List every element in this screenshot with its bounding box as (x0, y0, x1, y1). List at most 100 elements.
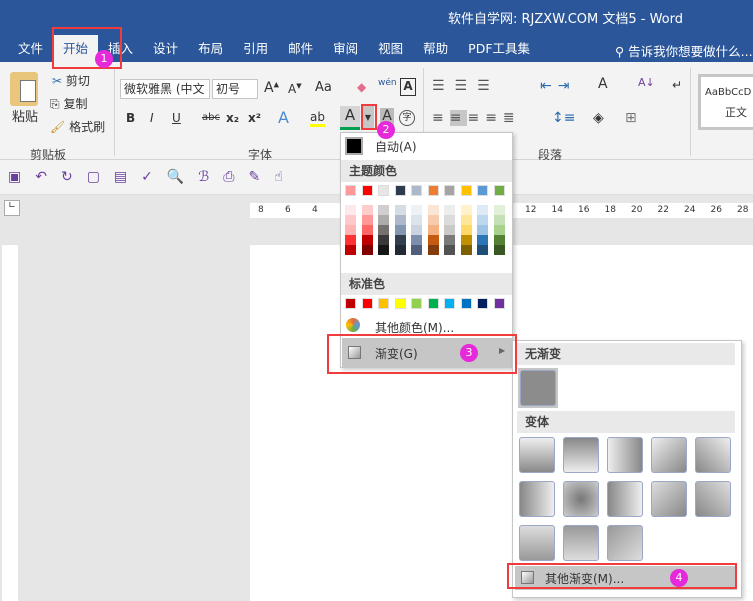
shade-swatch[interactable] (411, 235, 422, 245)
tab-6[interactable]: 邮件 (278, 35, 323, 62)
shade-swatch[interactable] (378, 205, 389, 215)
gradient-variant[interactable] (607, 437, 643, 473)
theme-color-swatch[interactable] (345, 185, 356, 196)
shade-swatch[interactable] (411, 225, 422, 235)
shade-swatch[interactable] (427, 215, 439, 225)
indent-buttons[interactable]: ⇤⇥ (540, 78, 575, 94)
superscript-button[interactable]: x² (248, 111, 261, 125)
theme-color-swatch[interactable] (493, 185, 505, 196)
gradient-variant[interactable] (563, 525, 599, 561)
theme-shade-column[interactable] (394, 205, 406, 255)
copy-button[interactable]: ⎘ 复制 (50, 95, 87, 112)
tell-me-search[interactable]: ⚲ 告诉我你想要做什么... (615, 41, 753, 60)
font-color-button[interactable]: A (340, 106, 360, 130)
shade-swatch[interactable] (477, 235, 488, 245)
shrink-font-button[interactable]: A▼ (288, 82, 302, 96)
gradient-variant[interactable] (519, 437, 555, 473)
shade-swatch[interactable] (493, 225, 505, 235)
theme-color-swatch[interactable] (361, 185, 373, 196)
gradient-variant[interactable] (651, 437, 687, 473)
shade-swatch[interactable] (361, 235, 373, 245)
theme-shade-column[interactable] (378, 205, 389, 255)
theme-shade-column[interactable] (477, 205, 488, 255)
font-name-select[interactable]: 微软雅黑 (中文 (120, 79, 210, 99)
sort-button[interactable]: A↓ (638, 76, 655, 89)
standard-color-swatch[interactable] (493, 298, 505, 309)
standard-color-swatch[interactable] (460, 298, 472, 309)
grow-font-button[interactable]: A▲ (264, 80, 279, 96)
shade-swatch[interactable] (444, 215, 455, 225)
format-painter-button[interactable]: 🖌 格式刷 (50, 118, 105, 135)
italic-button[interactable]: I (150, 111, 154, 125)
gradient-variant[interactable] (563, 437, 599, 473)
shade-swatch[interactable] (361, 215, 373, 225)
shade-swatch[interactable] (493, 245, 505, 255)
shade-swatch[interactable] (444, 225, 455, 235)
shade-swatch[interactable] (411, 205, 422, 215)
subscript-button[interactable]: x₂ (226, 111, 239, 125)
shade-swatch[interactable] (460, 245, 472, 255)
shade-swatch[interactable] (378, 215, 389, 225)
clear-format-icon[interactable]: ◆ (357, 80, 366, 94)
shade-swatch[interactable] (477, 245, 488, 255)
line-spacing-button[interactable]: ↕≡ (552, 110, 575, 126)
shade-swatch[interactable] (444, 245, 455, 255)
gradient-variant[interactable] (563, 481, 599, 517)
theme-shade-column[interactable] (361, 205, 373, 255)
tab-8[interactable]: 视图 (368, 35, 413, 62)
no-gradient-option[interactable] (518, 368, 558, 408)
bold-button[interactable]: B (126, 111, 135, 125)
tab-3[interactable]: 设计 (143, 35, 188, 62)
tab-4[interactable]: 布局 (188, 35, 233, 62)
theme-color-swatch[interactable] (378, 185, 389, 196)
shade-swatch[interactable] (444, 235, 455, 245)
gradient-variant[interactable] (519, 481, 555, 517)
asian-layout-button[interactable]: A (598, 76, 608, 92)
shade-swatch[interactable] (361, 225, 373, 235)
phonetic-guide-button[interactable]: wén (378, 78, 397, 88)
theme-shade-column[interactable] (411, 205, 422, 255)
shade-swatch[interactable] (460, 225, 472, 235)
shade-swatch[interactable] (427, 245, 439, 255)
shade-swatch[interactable] (361, 205, 373, 215)
shade-swatch[interactable] (477, 225, 488, 235)
list-buttons[interactable]: ☰☰☰ (432, 78, 500, 94)
gradient-variant[interactable] (695, 481, 731, 517)
shade-swatch[interactable] (394, 225, 406, 235)
text-effects-button[interactable]: A (278, 108, 289, 127)
shade-swatch[interactable] (345, 235, 356, 245)
theme-color-swatch[interactable] (411, 185, 422, 196)
shade-swatch[interactable] (460, 235, 472, 245)
auto-color-item[interactable]: 自动(A) (375, 138, 417, 155)
standard-color-swatch[interactable] (345, 298, 356, 309)
theme-shade-column[interactable] (345, 205, 356, 255)
standard-color-swatch[interactable] (427, 298, 439, 309)
vertical-ruler[interactable] (2, 245, 18, 601)
shade-swatch[interactable] (427, 225, 439, 235)
standard-color-swatch[interactable] (477, 298, 488, 309)
shade-swatch[interactable] (477, 205, 488, 215)
shade-swatch[interactable] (378, 225, 389, 235)
shade-swatch[interactable] (361, 245, 373, 255)
theme-color-swatch[interactable] (477, 185, 488, 196)
highlight-button[interactable]: ab (310, 110, 325, 127)
tab-5[interactable]: 引用 (233, 35, 278, 62)
cut-button[interactable]: ✂ 剪切 (52, 72, 90, 89)
tab-9[interactable]: 帮助 (413, 35, 458, 62)
shade-swatch[interactable] (378, 235, 389, 245)
align-buttons[interactable]: ≡≡≡≡≣ (432, 110, 521, 126)
shade-swatch[interactable] (394, 215, 406, 225)
shade-swatch[interactable] (345, 215, 356, 225)
standard-color-swatch[interactable] (394, 298, 406, 309)
char-border-button[interactable]: A (400, 78, 416, 96)
theme-shade-column[interactable] (460, 205, 472, 255)
shade-swatch[interactable] (411, 245, 422, 255)
standard-color-swatch[interactable] (361, 298, 373, 309)
shade-swatch[interactable] (427, 235, 439, 245)
shading-button[interactable]: ◈ (593, 110, 604, 126)
theme-shade-column[interactable] (427, 205, 439, 255)
shade-swatch[interactable] (345, 205, 356, 215)
theme-color-swatch[interactable] (427, 185, 439, 196)
borders-button[interactable]: ⊞ (625, 110, 637, 126)
standard-color-swatch[interactable] (411, 298, 422, 309)
